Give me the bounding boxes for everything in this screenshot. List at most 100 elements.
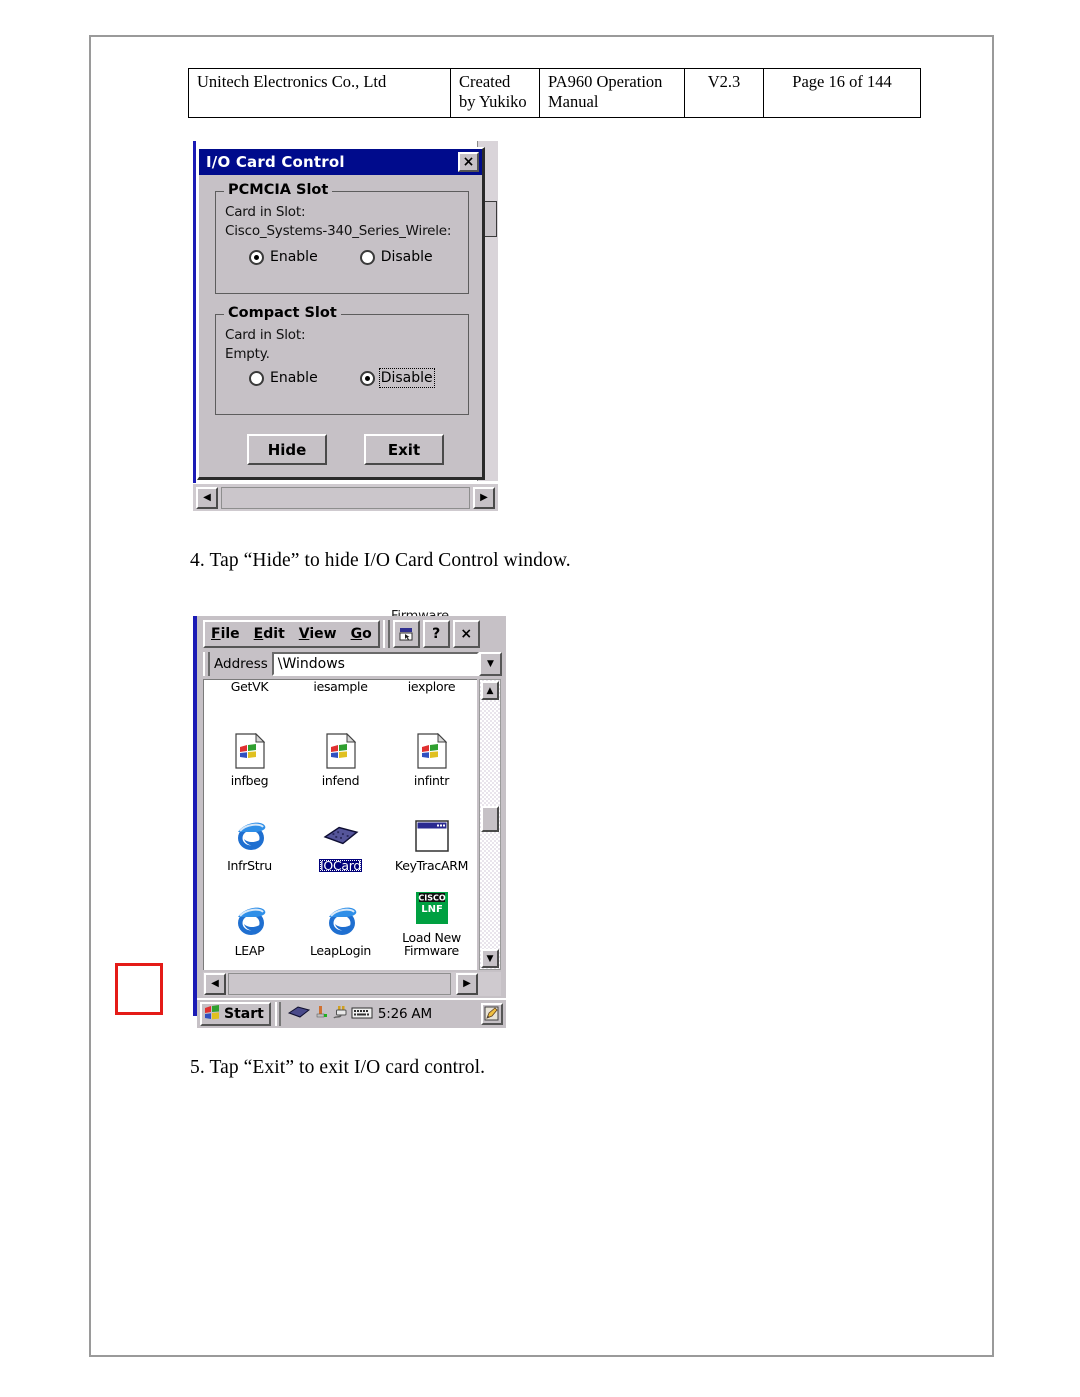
file-pane-horizontal-scrollbar[interactable]: ◀ ▶ <box>203 972 501 996</box>
document-header-table: Unitech Electronics Co., Ltd Created by … <box>188 68 921 118</box>
taskbar-separator <box>274 1002 281 1026</box>
system-tray: 5:26 AM <box>283 1002 479 1026</box>
instruction-step-4: 4. Tap “Hide” to hide I/O Card Control w… <box>190 550 571 571</box>
scroll-up-icon[interactable]: ▲ <box>481 681 499 700</box>
file-icon-pane[interactable]: GetVK iesample iexplore infbeg infend infintr… <box>203 679 477 970</box>
compact-group-legend: Compact Slot <box>224 305 341 321</box>
svg-text:LNF: LNF <box>421 904 443 915</box>
file-icon-row: GetVK iesample iexplore <box>204 680 477 702</box>
pcmcia-enable-label: Enable <box>270 249 318 265</box>
file-pane-vertical-scrollbar[interactable]: ▲ ▼ <box>479 679 501 970</box>
help-button[interactable]: ? <box>422 620 450 648</box>
file-item-label: InfrStru <box>227 857 272 873</box>
file-item-label: iesample <box>313 679 368 694</box>
file-item-label: LEAP <box>234 942 265 958</box>
scrollbar-trough[interactable] <box>228 973 451 995</box>
file-item[interactable]: LeapLogin <box>295 901 386 957</box>
scrollbar-thumb[interactable] <box>481 806 499 832</box>
pcmcia-card-in-slot-label: Card in Slot: <box>225 204 306 220</box>
file-item[interactable]: InfrStru <box>204 816 295 872</box>
scroll-right-icon[interactable]: ▶ <box>473 487 495 509</box>
internet-explorer-icon <box>323 901 359 941</box>
screenshot-file-explorer: File Edit View Go ? × Address \Windows ▼… <box>193 616 506 1028</box>
notepad-pencil-icon[interactable] <box>481 1003 503 1025</box>
file-item[interactable]: GetVK <box>204 680 295 693</box>
file-item[interactable]: iexplore <box>386 680 477 693</box>
pcmcia-disable-label: Disable <box>380 249 433 265</box>
compact-radio-group: Enable Disable <box>216 368 468 388</box>
file-item-label: KeyTracARM <box>394 857 469 873</box>
header-company: Unitech Electronics Co., Ltd <box>188 68 451 118</box>
scroll-right-icon[interactable]: ▶ <box>456 973 478 995</box>
close-icon[interactable]: × <box>452 620 480 648</box>
signal-antenna-icon[interactable] <box>313 1004 329 1024</box>
file-item[interactable]: infintr <box>386 731 477 787</box>
compact-disable-label: Disable <box>378 368 435 388</box>
file-item-label: infbeg <box>230 772 269 788</box>
file-item[interactable]: iesample <box>295 680 386 693</box>
scroll-left-icon[interactable]: ◀ <box>196 487 218 509</box>
internet-explorer-icon <box>232 901 268 941</box>
compact-slot-groupbox: Compact Slot Card in Slot: Empty. Enable… <box>215 305 469 415</box>
pcmcia-disable-radio[interactable]: Disable <box>359 249 433 265</box>
pcmcia-enable-radio[interactable]: Enable <box>249 249 318 265</box>
header-page-number: Page 16 of 144 <box>763 68 921 118</box>
header-manual-title: PA960 Operation Manual <box>539 68 685 118</box>
iocard-diamond-icon <box>323 816 359 856</box>
file-item[interactable]: infend <box>295 731 386 787</box>
address-input[interactable]: \Windows <box>271 652 479 676</box>
close-icon[interactable]: × <box>458 152 479 172</box>
cisco-lnf-icon: CISCO LNF <box>414 888 450 928</box>
taskbar-clock: 5:26 AM <box>377 1006 432 1022</box>
background-horizontal-scrollbar[interactable]: ◀ ▶ <box>193 483 498 511</box>
file-icon-row: infbeg infend infintr <box>204 702 477 787</box>
compact-enable-radio[interactable]: Enable <box>249 370 318 386</box>
compact-card-in-slot-label: Card in Slot: <box>225 327 306 343</box>
menu-item-file[interactable]: File <box>211 626 240 642</box>
chevron-down-icon[interactable]: ▼ <box>479 652 502 676</box>
menu-item-go[interactable]: Go <box>351 626 372 642</box>
hide-button[interactable]: Hide <box>247 434 327 465</box>
address-grip[interactable] <box>203 652 210 676</box>
screenshot-iocard-control: Firmware ◀ ▶ I/O Card Control × PCMCIA S… <box>193 141 498 624</box>
file-item[interactable]: LEAP <box>204 901 295 957</box>
file-item[interactable]: infbeg <box>204 731 295 787</box>
menu-item-view[interactable]: View <box>299 626 337 642</box>
scroll-down-icon[interactable]: ▼ <box>481 949 499 968</box>
file-item[interactable]: IOCard <box>295 816 386 872</box>
file-icon-row: InfrStru IOCard KeyTracARM <box>204 787 477 872</box>
address-label: Address <box>210 652 272 676</box>
compact-disable-radio[interactable]: Disable <box>359 368 435 388</box>
file-item-label: infintr <box>413 772 450 788</box>
pcmcia-radio-group: Enable Disable <box>216 249 468 265</box>
menu-items-group: File Edit View Go <box>203 620 380 648</box>
file-item-label: GetVK <box>230 679 269 694</box>
file-item-label: infend <box>321 772 360 788</box>
file-item[interactable]: KeyTracARM <box>386 816 477 872</box>
scroll-left-icon[interactable]: ◀ <box>204 973 226 995</box>
radio-unselected-icon[interactable] <box>249 370 264 386</box>
scrollbar-trough[interactable] <box>221 487 470 509</box>
pcmcia-group-legend: PCMCIA Slot <box>224 182 333 198</box>
menu-item-edit[interactable]: Edit <box>254 626 285 642</box>
radio-unselected-icon[interactable] <box>359 249 375 265</box>
start-button[interactable]: Start <box>200 1002 271 1026</box>
radio-selected-icon[interactable] <box>359 370 375 386</box>
radio-selected-icon[interactable] <box>249 249 264 265</box>
power-plug-icon[interactable] <box>331 1004 349 1024</box>
header-created-by: Created by Yukiko <box>450 68 540 118</box>
svg-text:CISCO: CISCO <box>418 893 445 902</box>
file-item[interactable]: CISCO LNF Load New Firmware <box>386 888 477 957</box>
iocard-diamond-tray-icon[interactable] <box>287 1004 311 1024</box>
iocard-control-dialog: I/O Card Control × PCMCIA Slot Card in S… <box>197 147 485 480</box>
windows-flag-icon <box>204 1004 221 1024</box>
pcmcia-slot-groupbox: PCMCIA Slot Card in Slot: Cisco_Systems-… <box>215 182 469 294</box>
table-row: Unitech Electronics Co., Ltd Created by … <box>188 68 921 118</box>
exit-button[interactable]: Exit <box>364 434 444 465</box>
toolbar-grip[interactable] <box>382 620 390 648</box>
file-item-label: LeapLogin <box>309 942 372 958</box>
inf-document-icon <box>414 731 450 771</box>
keyboard-icon[interactable] <box>351 1005 373 1024</box>
view-options-icon[interactable] <box>392 620 420 648</box>
taskbar: Start 5:26 AM <box>197 998 506 1028</box>
